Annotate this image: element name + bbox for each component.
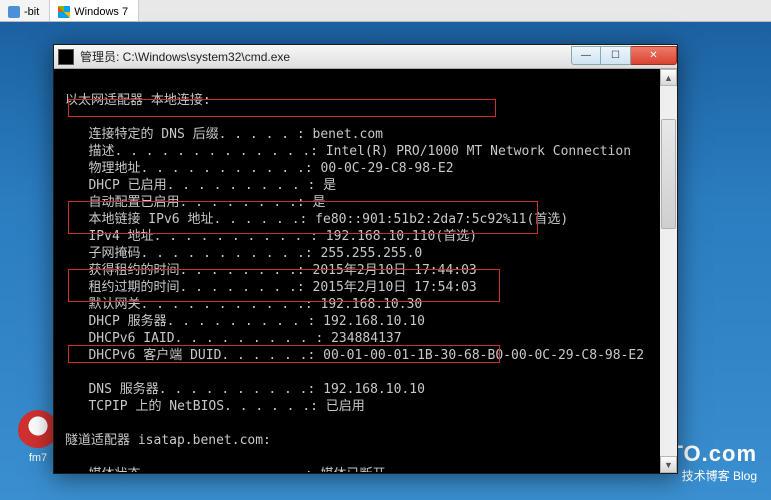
maximize-button[interactable]: ☐ bbox=[601, 46, 631, 65]
vm-tab-strip: -bit Windows 7 bbox=[0, 0, 771, 22]
tab-win7-label: Windows 7 bbox=[74, 6, 128, 18]
cmd-icon bbox=[58, 49, 74, 65]
shortcut-icon bbox=[18, 410, 58, 450]
window-buttons: — ☐ ✕ bbox=[571, 45, 677, 68]
scroll-down-button[interactable]: ▼ bbox=[660, 456, 677, 473]
terminal-output[interactable]: 以太网适配器 本地连接: 连接特定的 DNS 后缀. . . . . : ben… bbox=[55, 69, 676, 472]
windows-icon bbox=[58, 6, 70, 18]
tab-windows7[interactable]: Windows 7 bbox=[50, 0, 139, 21]
cmd-window: 管理员: C:\Windows\system32\cmd.exe — ☐ ✕ 以… bbox=[53, 44, 678, 474]
vm-icon bbox=[8, 6, 20, 18]
vertical-scrollbar[interactable]: ▲ ▼ bbox=[660, 69, 677, 473]
scroll-up-button[interactable]: ▲ bbox=[660, 69, 677, 86]
tab-bit-label: -bit bbox=[24, 6, 39, 18]
window-title: 管理员: C:\Windows\system32\cmd.exe bbox=[78, 48, 571, 65]
minimize-button[interactable]: — bbox=[571, 46, 601, 65]
close-button[interactable]: ✕ bbox=[631, 46, 677, 65]
scroll-thumb[interactable] bbox=[661, 119, 676, 229]
tab-bit[interactable]: -bit bbox=[0, 0, 50, 21]
titlebar[interactable]: 管理员: C:\Windows\system32\cmd.exe — ☐ ✕ bbox=[54, 45, 677, 69]
